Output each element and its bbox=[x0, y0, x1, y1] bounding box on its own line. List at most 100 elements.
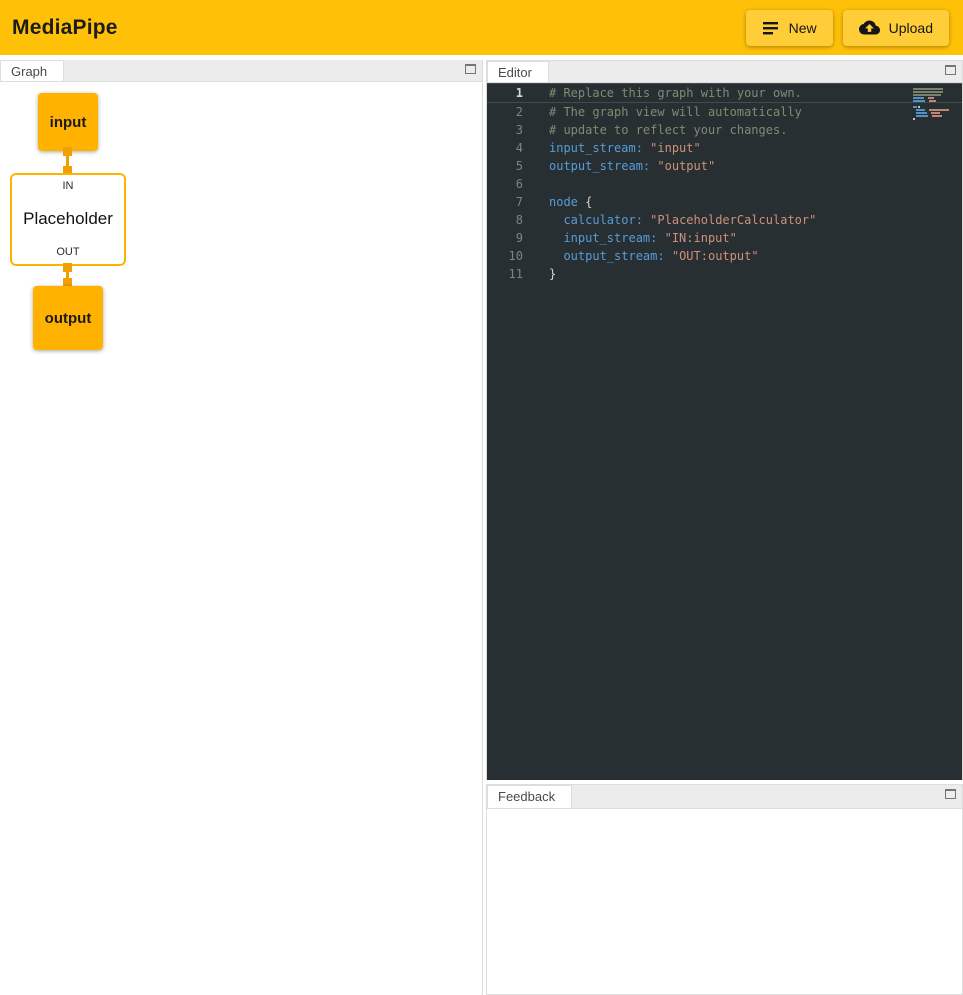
code-lines: 1# Replace this graph with your own.2 # T… bbox=[487, 83, 962, 283]
tab-editor[interactable]: Editor bbox=[487, 61, 549, 82]
code-token: input_stream: bbox=[563, 231, 657, 245]
code-line[interactable]: 11} bbox=[487, 265, 962, 283]
code-token: "PlaceholderCalculator" bbox=[650, 213, 816, 227]
app-title: MediaPipe bbox=[12, 16, 118, 40]
minimap-token bbox=[931, 112, 940, 114]
minimap-token bbox=[916, 109, 925, 111]
code-line[interactable]: 2 # The graph view will automatically bbox=[487, 103, 962, 121]
tab-graph[interactable]: Graph bbox=[0, 60, 64, 81]
minimap-token bbox=[916, 112, 927, 114]
header-buttons: New Upload bbox=[746, 10, 949, 46]
code-token: { bbox=[578, 195, 592, 209]
graph-canvas[interactable]: input IN Placeholder OUT output bbox=[0, 82, 482, 995]
feedback-panel: Feedback bbox=[486, 784, 963, 995]
right-column: Editor 1# Replace this graph with your o… bbox=[486, 60, 963, 995]
graph-node-output[interactable]: output bbox=[33, 286, 103, 350]
tab-feedback[interactable]: Feedback bbox=[487, 785, 572, 808]
minimap-token bbox=[926, 100, 928, 102]
minimap-token bbox=[918, 106, 920, 108]
minimap-token bbox=[925, 97, 927, 99]
code-line[interactable]: 6 bbox=[487, 175, 962, 193]
code-line[interactable]: 9 input_stream: "IN:input" bbox=[487, 229, 962, 247]
code-line[interactable]: 1# Replace this graph with your own. bbox=[487, 83, 962, 103]
placeholder-node-label: Placeholder bbox=[23, 209, 113, 229]
line-number: 6 bbox=[487, 175, 523, 193]
line-number: 10 bbox=[487, 247, 523, 265]
output-node-label: output bbox=[45, 310, 92, 327]
minimap-token bbox=[916, 115, 928, 117]
code-token bbox=[665, 249, 672, 263]
minimap-token bbox=[929, 100, 936, 102]
code-line[interactable]: 10 output_stream: "OUT:output" bbox=[487, 247, 962, 265]
new-button[interactable]: New bbox=[746, 10, 833, 46]
code-token bbox=[549, 231, 563, 245]
feedback-content bbox=[487, 809, 962, 994]
code-line-content: input_stream: "IN:input" bbox=[523, 229, 737, 247]
app-header: MediaPipe New Upload bbox=[0, 0, 963, 55]
minimap-token bbox=[928, 97, 934, 99]
line-number: 9 bbox=[487, 229, 523, 247]
input-node-label: input bbox=[50, 114, 87, 131]
editor-tabbar: Editor bbox=[487, 61, 962, 83]
feedback-expand-icon[interactable] bbox=[945, 789, 956, 799]
code-line-content: calculator: "PlaceholderCalculator" bbox=[523, 211, 816, 229]
line-number: 2 bbox=[487, 103, 523, 121]
upload-button-label: Upload bbox=[889, 20, 933, 36]
code-token: output_stream: bbox=[549, 159, 650, 173]
minimap-token bbox=[913, 115, 915, 117]
minimap-token bbox=[929, 115, 931, 117]
code-token: "IN:input" bbox=[665, 231, 737, 245]
code-token: # Replace this graph with your own. bbox=[549, 86, 802, 100]
graph-tabbar: Graph bbox=[0, 60, 482, 82]
code-editor[interactable]: 1# Replace this graph with your own.2 # T… bbox=[487, 83, 962, 780]
feedback-tabbar: Feedback bbox=[487, 785, 962, 809]
graph-node-input[interactable]: input bbox=[38, 93, 98, 151]
code-line-content: output_stream: "output" bbox=[523, 157, 715, 175]
minimap-token bbox=[928, 112, 930, 114]
code-line-content: # The graph view will automatically bbox=[523, 103, 802, 121]
code-token: input_stream: bbox=[549, 141, 643, 155]
code-token: "input" bbox=[650, 141, 701, 155]
code-line-content: # Replace this graph with your own. bbox=[523, 84, 802, 102]
code-line[interactable]: 5output_stream: "output" bbox=[487, 157, 962, 175]
editor-minimap[interactable] bbox=[913, 88, 950, 121]
graph-expand-icon[interactable] bbox=[465, 64, 476, 74]
main-area: Graph input IN Placeholder OUT output bbox=[0, 55, 963, 995]
code-token bbox=[657, 231, 664, 245]
code-line[interactable]: 4 input_stream: "input" bbox=[487, 139, 962, 157]
minimap-token bbox=[913, 97, 924, 99]
line-number: 11 bbox=[487, 265, 523, 283]
minimap-token bbox=[913, 109, 915, 111]
new-button-label: New bbox=[789, 20, 817, 36]
code-line-content: } bbox=[523, 265, 556, 283]
code-line-content bbox=[523, 175, 549, 193]
minimap-token bbox=[913, 118, 915, 120]
minimap-token bbox=[913, 106, 916, 108]
menu-lines-icon bbox=[762, 20, 780, 36]
minimap-token bbox=[929, 109, 949, 111]
code-token: } bbox=[549, 267, 556, 281]
line-number: 3 bbox=[487, 121, 523, 139]
code-token bbox=[549, 213, 563, 227]
code-token: node bbox=[549, 195, 578, 209]
minimap-token bbox=[913, 94, 941, 96]
graph-node-placeholder[interactable]: IN Placeholder OUT bbox=[10, 173, 126, 266]
code-token: output_stream: bbox=[563, 249, 664, 263]
minimap-line bbox=[913, 118, 950, 121]
line-number: 4 bbox=[487, 139, 523, 157]
editor-expand-icon[interactable] bbox=[945, 65, 956, 75]
code-line[interactable]: 8 calculator: "PlaceholderCalculator" bbox=[487, 211, 962, 229]
minimap-token bbox=[926, 109, 928, 111]
line-number: 7 bbox=[487, 193, 523, 211]
minimap-token bbox=[932, 115, 942, 117]
code-line[interactable]: 7 node { bbox=[487, 193, 962, 211]
cloud-upload-icon bbox=[859, 17, 880, 38]
code-token bbox=[549, 249, 563, 263]
editor-panel: Editor 1# Replace this graph with your o… bbox=[486, 60, 963, 780]
code-token: # The graph view will automatically bbox=[549, 105, 802, 119]
code-token: "output" bbox=[657, 159, 715, 173]
placeholder-out-port: OUT bbox=[56, 246, 79, 258]
code-line[interactable]: 3 # update to reflect your changes. bbox=[487, 121, 962, 139]
code-token: # update to reflect your changes. bbox=[549, 123, 787, 137]
upload-button[interactable]: Upload bbox=[843, 10, 949, 46]
